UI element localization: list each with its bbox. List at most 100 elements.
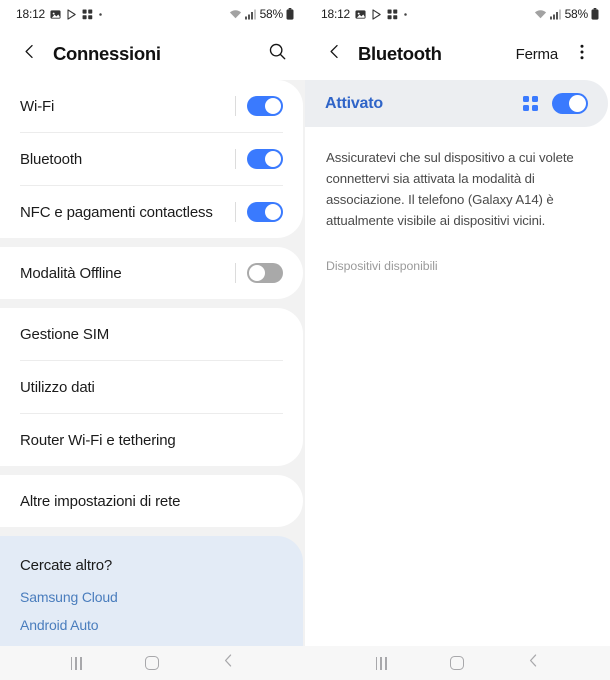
status-bar-left: 18:12 — [321, 7, 408, 21]
home-icon — [450, 656, 465, 670]
gallery-icon — [355, 9, 366, 20]
back-button[interactable] — [319, 39, 349, 69]
app-header-connessioni: Connessioni — [0, 28, 305, 80]
back-icon — [526, 653, 541, 673]
home-icon — [145, 656, 160, 670]
play-store-icon — [371, 8, 382, 20]
app-header-bluetooth: Bluetooth Ferma — [305, 28, 610, 80]
setting-label-wifi: Wi-Fi — [20, 97, 55, 115]
battery-icon — [591, 8, 599, 20]
suggestion-link-quick-share[interactable]: Quick Share — [20, 639, 283, 646]
bluetooth-description: Assicuratevi che sul dispositivo a cui v… — [326, 150, 574, 228]
recents-button[interactable] — [59, 648, 93, 678]
home-button[interactable] — [440, 648, 474, 678]
setting-label-altre-impostazioni: Altre impostazioni di rete — [20, 492, 181, 510]
battery-percentage: 58% — [564, 7, 589, 21]
setting-label-utilizzo-dati: Utilizzo dati — [20, 378, 95, 396]
suggestion-link-android-auto[interactable]: Android Auto — [20, 611, 283, 639]
toggle-separator — [235, 263, 236, 283]
setting-row-router-tethering[interactable]: Router Wi-Fi e tethering — [20, 414, 283, 466]
toggle-wifi[interactable] — [247, 96, 283, 116]
search-icon — [268, 42, 287, 66]
settings-card-offline: Modalità Offline — [0, 247, 303, 299]
toggle-bluetooth-main[interactable] — [552, 93, 588, 114]
search-button[interactable] — [263, 40, 291, 68]
settings-card-radios: Wi-Fi Bluetooth NFC e pagamenti contactl… — [0, 80, 303, 238]
dual-screenshot-container: 18:12 58% Connessioni Wi-Fi Bluetooth NF… — [0, 0, 610, 680]
suggestions-panel: Cercate altro? Samsung Cloud Android Aut… — [0, 536, 303, 646]
status-bar: 18:12 58% — [0, 0, 305, 28]
toggle-separator — [235, 202, 236, 222]
status-bar: 18:12 58% — [305, 0, 610, 28]
setting-row-wifi[interactable]: Wi-Fi — [20, 80, 283, 132]
bluetooth-enable-row[interactable]: Attivato — [305, 80, 608, 127]
settings-scroll-area[interactable]: Wi-Fi Bluetooth NFC e pagamenti contactl… — [0, 80, 305, 646]
toggle-wrap-offline-mode — [235, 263, 283, 283]
signal-icon — [244, 9, 257, 20]
dot-icon — [98, 12, 103, 17]
recents-button[interactable] — [364, 648, 398, 678]
apps-grid-icon — [387, 9, 398, 20]
back-button[interactable] — [14, 39, 44, 69]
battery-percentage: 58% — [259, 7, 284, 21]
system-navigation-bar — [305, 646, 610, 680]
settings-card-network: Gestione SIM Utilizzo dati Router Wi-Fi … — [0, 308, 303, 466]
bluetooth-scroll-area[interactable]: Attivato Assicuratevi che sul dispositiv… — [305, 80, 610, 646]
toggle-separator — [235, 96, 236, 116]
toggle-knob — [265, 204, 281, 220]
phone-screen-bluetooth: 18:12 58% Bluetooth Ferma Attivato Assic… — [305, 0, 610, 680]
phone-screen-connessioni: 18:12 58% Connessioni Wi-Fi Bluetooth NF… — [0, 0, 305, 680]
toggle-bluetooth[interactable] — [247, 149, 283, 169]
status-clock: 18:12 — [16, 7, 46, 21]
system-back-button[interactable] — [212, 648, 246, 678]
gallery-icon — [50, 9, 61, 20]
toggle-separator — [235, 149, 236, 169]
wifi-icon — [229, 9, 242, 20]
qr-code-icon[interactable] — [523, 96, 538, 111]
page-title: Bluetooth — [358, 43, 442, 64]
available-devices-header: Dispositivi disponibili — [326, 259, 438, 273]
setting-row-nfc[interactable]: NFC e pagamenti contactless — [20, 186, 283, 238]
system-back-button[interactable] — [517, 648, 551, 678]
setting-row-utilizzo-dati[interactable]: Utilizzo dati — [20, 361, 283, 413]
toggle-knob — [265, 151, 281, 167]
toggle-offline-mode[interactable] — [247, 263, 283, 283]
toggle-knob — [569, 95, 586, 112]
stop-scan-button[interactable]: Ferma — [516, 46, 559, 63]
status-bar-right: 58% — [229, 7, 294, 21]
battery-icon — [286, 8, 294, 20]
bluetooth-row-actions — [523, 93, 588, 114]
setting-row-bluetooth[interactable]: Bluetooth — [20, 133, 283, 185]
setting-label-offline-mode: Modalità Offline — [20, 264, 122, 282]
overflow-menu-button[interactable] — [568, 40, 596, 68]
toggle-nfc[interactable] — [247, 202, 283, 222]
suggestions-title: Cercate altro? — [20, 557, 113, 574]
status-bar-right: 58% — [534, 7, 599, 21]
settings-card-other: Altre impostazioni di rete — [0, 475, 303, 527]
wifi-icon — [534, 9, 547, 20]
home-button[interactable] — [135, 648, 169, 678]
page-title: Connessioni — [53, 43, 161, 64]
recents-icon — [375, 656, 387, 670]
setting-label-gestione-sim: Gestione SIM — [20, 325, 110, 343]
suggestion-link-samsung-cloud[interactable]: Samsung Cloud — [20, 583, 283, 611]
play-store-icon — [66, 8, 77, 20]
back-icon — [221, 653, 236, 673]
recents-icon — [70, 656, 82, 670]
toggle-wrap-bluetooth — [235, 149, 283, 169]
bluetooth-state-label: Attivato — [325, 94, 383, 112]
toggle-wrap-nfc — [235, 202, 283, 222]
setting-label-router-tethering: Router Wi-Fi e tethering — [20, 431, 176, 449]
more-vertical-icon — [574, 43, 590, 66]
setting-row-gestione-sim[interactable]: Gestione SIM — [20, 308, 283, 360]
dot-icon — [403, 12, 408, 17]
setting-row-altre-impostazioni[interactable]: Altre impostazioni di rete — [20, 475, 283, 527]
setting-label-bluetooth: Bluetooth — [20, 150, 83, 168]
chevron-left-icon — [21, 43, 38, 65]
system-navigation-bar — [0, 646, 305, 680]
toggle-wrap-wifi — [235, 96, 283, 116]
setting-row-offline-mode[interactable]: Modalità Offline — [20, 247, 283, 299]
status-bar-left: 18:12 — [16, 7, 103, 21]
chevron-left-icon — [326, 43, 343, 65]
setting-label-nfc: NFC e pagamenti contactless — [20, 203, 213, 221]
